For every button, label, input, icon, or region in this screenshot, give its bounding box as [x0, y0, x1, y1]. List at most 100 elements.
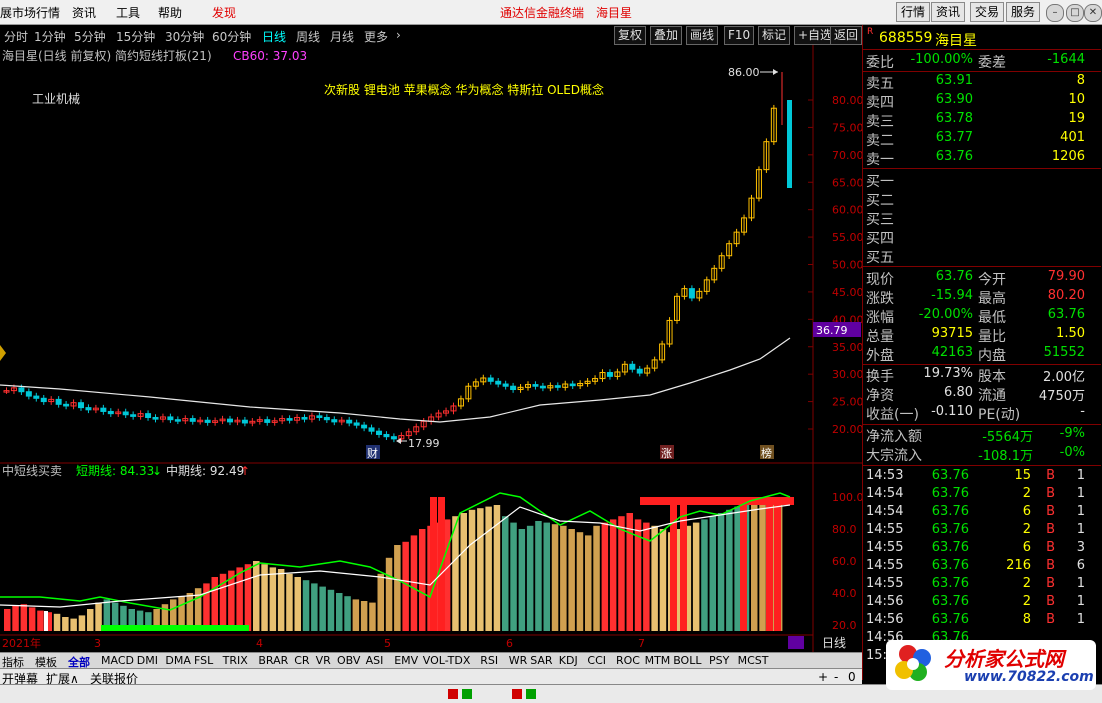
- indicator-bar: [377, 573, 384, 631]
- indicator-tab-11[interactable]: OBV: [337, 654, 360, 667]
- indicator-tab-8[interactable]: BRAR: [258, 654, 288, 667]
- event-marker-rise[interactable]: 涨: [661, 447, 672, 460]
- tab-intraday[interactable]: 分时: [4, 28, 28, 45]
- tick-volume: 216: [1006, 558, 1031, 573]
- event-marker-list[interactable]: 榜: [761, 446, 772, 460]
- x-axis-year: 2021年: [2, 636, 41, 650]
- indicator-tab-3[interactable]: MACD: [101, 654, 134, 667]
- btn-f10[interactable]: F10: [724, 26, 755, 45]
- y-tick-label: 20.00: [832, 423, 862, 436]
- btn-trade[interactable]: 交易: [970, 2, 1005, 22]
- expand-left-icon[interactable]: [0, 345, 6, 361]
- indicator-tab-24[interactable]: MCST: [738, 654, 769, 667]
- indicator-tab-12[interactable]: ASI: [366, 654, 384, 667]
- tab-15min[interactable]: 15分钟: [116, 28, 155, 45]
- low-price-label: 17.99: [408, 437, 440, 450]
- indicator-bar: [477, 508, 484, 631]
- indicator-tab-4[interactable]: DMI: [137, 654, 158, 667]
- kline-chart[interactable]: 海目星(日线 前复权) 简约短线打板(21) CB60: 37.03 工业机械 …: [0, 45, 862, 655]
- candle-body: [33, 395, 40, 399]
- tab-more[interactable]: 更多: [364, 28, 388, 45]
- zoom-in-icon[interactable]: +: [818, 670, 828, 684]
- event-marker-fin[interactable]: 财: [367, 446, 378, 460]
- menu-news[interactable]: 资讯: [72, 4, 96, 21]
- candle-body: [204, 419, 211, 423]
- signal-column: [774, 497, 781, 631]
- close-icon[interactable]: ✕: [1084, 4, 1102, 22]
- flow-pct: -0%: [1059, 445, 1085, 460]
- indicator-tab-21[interactable]: MTM: [645, 654, 671, 667]
- indicator-bar: [609, 519, 617, 631]
- btn-mark[interactable]: 标记: [758, 26, 791, 45]
- indicator-tab-7[interactable]: TRIX: [223, 654, 248, 667]
- tick-price: 63.76: [931, 522, 969, 537]
- tab-weekly[interactable]: 周线: [296, 28, 320, 45]
- tick-price: 63.76: [931, 504, 969, 519]
- bid-row: 买二: [863, 190, 1101, 209]
- tab-5min[interactable]: 5分钟: [74, 28, 106, 45]
- indicator-tab-9[interactable]: CR: [294, 654, 309, 667]
- watermark-url: www.70822.com: [964, 669, 1094, 685]
- btn-quote[interactable]: 行情: [896, 2, 931, 22]
- menu-market[interactable]: 展市场行情: [0, 4, 60, 21]
- indicator-tab-19[interactable]: CCI: [587, 654, 606, 667]
- indicator-tab-17[interactable]: SAR: [530, 654, 552, 667]
- tab-monthly[interactable]: 月线: [330, 28, 354, 45]
- tab-60min[interactable]: 60分钟: [212, 28, 251, 45]
- tab-1min[interactable]: 1分钟: [34, 28, 66, 45]
- indicator-bar: [526, 525, 534, 631]
- candle-body: [264, 419, 271, 423]
- btn-back[interactable]: 返回: [830, 26, 862, 45]
- maximize-icon[interactable]: □: [1066, 4, 1084, 22]
- quote-value: 63.76: [1047, 307, 1085, 322]
- tick-price: 63.76: [931, 468, 969, 483]
- indicator-bar: [344, 596, 351, 631]
- indicator-tab-10[interactable]: VR: [316, 654, 331, 667]
- x-axis-month-3: 3: [94, 637, 101, 650]
- quote-label: 现价: [866, 272, 894, 288]
- candle-body: [167, 416, 174, 421]
- indicator-tab-18[interactable]: KDJ: [559, 654, 578, 667]
- indicator-tab-5[interactable]: DMA: [165, 654, 191, 667]
- fund-value: 19.73%: [923, 366, 973, 381]
- indicator-bar: [302, 580, 310, 631]
- tick-row: 14:55 63.76 6 B 3: [863, 540, 1101, 559]
- indicator-bar: [394, 545, 401, 631]
- x-axis-month-5: 5: [384, 637, 391, 650]
- btn-overlay[interactable]: 叠加: [650, 26, 683, 45]
- quote-label: 最高: [978, 291, 1006, 307]
- tick-time: 14:56: [866, 594, 904, 609]
- tick-price: 63.76: [931, 594, 969, 609]
- indicator-tab-14[interactable]: VOL-TDX: [423, 654, 471, 667]
- quote-value: 42163: [931, 345, 973, 360]
- ask-label: 卖二: [866, 133, 894, 149]
- zoom-reset-icon[interactable]: 0: [848, 670, 856, 684]
- btn-draw[interactable]: 画线: [686, 26, 719, 45]
- btn-service[interactable]: 服务: [1006, 2, 1041, 22]
- indicator-tab-22[interactable]: BOLL: [673, 654, 701, 667]
- tab-daily[interactable]: 日线: [262, 28, 286, 45]
- btn-info[interactable]: 资讯: [931, 2, 966, 22]
- indicator-tab-16[interactable]: WR: [509, 654, 528, 667]
- indicator-tab-23[interactable]: PSY: [709, 654, 729, 667]
- indicator-bar: [726, 509, 733, 631]
- cb60-label: CB60: 37.03: [233, 49, 307, 63]
- tick-row: 14:55 63.76 2 B 1: [863, 576, 1101, 595]
- indicator-bar: [20, 604, 28, 631]
- tab-30min[interactable]: 30分钟: [165, 28, 204, 45]
- menu-tools[interactable]: 工具: [116, 4, 140, 21]
- menu-help[interactable]: 帮助: [158, 4, 182, 21]
- minimize-icon[interactable]: –: [1046, 4, 1064, 22]
- indicator-tab-6[interactable]: FSL: [194, 654, 213, 667]
- indicator-tab-20[interactable]: ROC: [616, 654, 640, 667]
- indicator-tab-13[interactable]: EMV: [394, 654, 418, 667]
- zoom-out-icon[interactable]: -: [834, 670, 838, 684]
- indicator-tab-15[interactable]: RSI: [480, 654, 498, 667]
- indicator-bar: [253, 561, 260, 631]
- btn-adjust[interactable]: 复权: [614, 26, 647, 45]
- tick-time: 14:55: [866, 540, 904, 555]
- indicator-bar: [759, 501, 766, 631]
- chevron-right-icon[interactable]: ›: [396, 28, 401, 42]
- candle-body: [495, 380, 502, 385]
- menu-discover[interactable]: 发现: [212, 4, 236, 21]
